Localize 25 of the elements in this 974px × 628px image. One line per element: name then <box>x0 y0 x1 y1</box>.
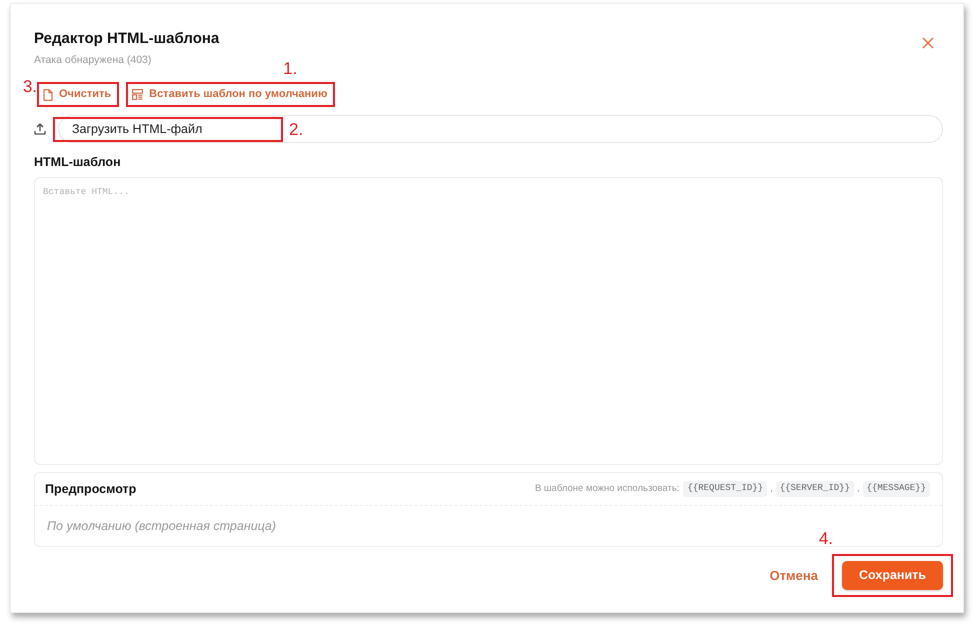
separator-text: , <box>770 482 773 496</box>
variable-chip: {{SERVER_ID}} <box>776 481 854 497</box>
cancel-button[interactable]: Отмена <box>770 566 818 586</box>
file-icon <box>43 88 53 100</box>
variable-chip: {{REQUEST_ID}} <box>683 481 768 497</box>
separator-text: , <box>856 482 860 496</box>
preview-title: Предпросмотр <box>45 480 136 498</box>
annotation-number: 1. <box>283 60 298 78</box>
upload-icon <box>34 123 46 135</box>
variable-chip: {{MESSAGE}} <box>862 481 930 497</box>
annotation-number: 4. <box>818 530 833 548</box>
hint-text: В шаблоне можно использовать: <box>534 482 680 496</box>
close-button[interactable] <box>922 37 934 49</box>
html-input[interactable]: Вставьте HTML... <box>34 177 943 465</box>
annotation-number: 2. <box>289 121 304 139</box>
save-button[interactable]: Сохранить <box>842 561 943 590</box>
insert-template-button[interactable]: Вставить шаблон по умолчанию <box>128 84 334 105</box>
dialog-subtitle: Атака обнаружена (403) <box>34 53 152 67</box>
clear-button[interactable]: Очистить <box>39 84 118 105</box>
preview-text: По умолчанию (встроенная страница) <box>47 518 276 535</box>
dialog-title: Редактор HTML-шаблона <box>34 29 220 49</box>
field-label: HTML-шаблон <box>34 155 122 170</box>
template-icon <box>132 89 144 100</box>
annotation-number: 3. <box>22 78 37 96</box>
close-icon <box>922 37 934 49</box>
